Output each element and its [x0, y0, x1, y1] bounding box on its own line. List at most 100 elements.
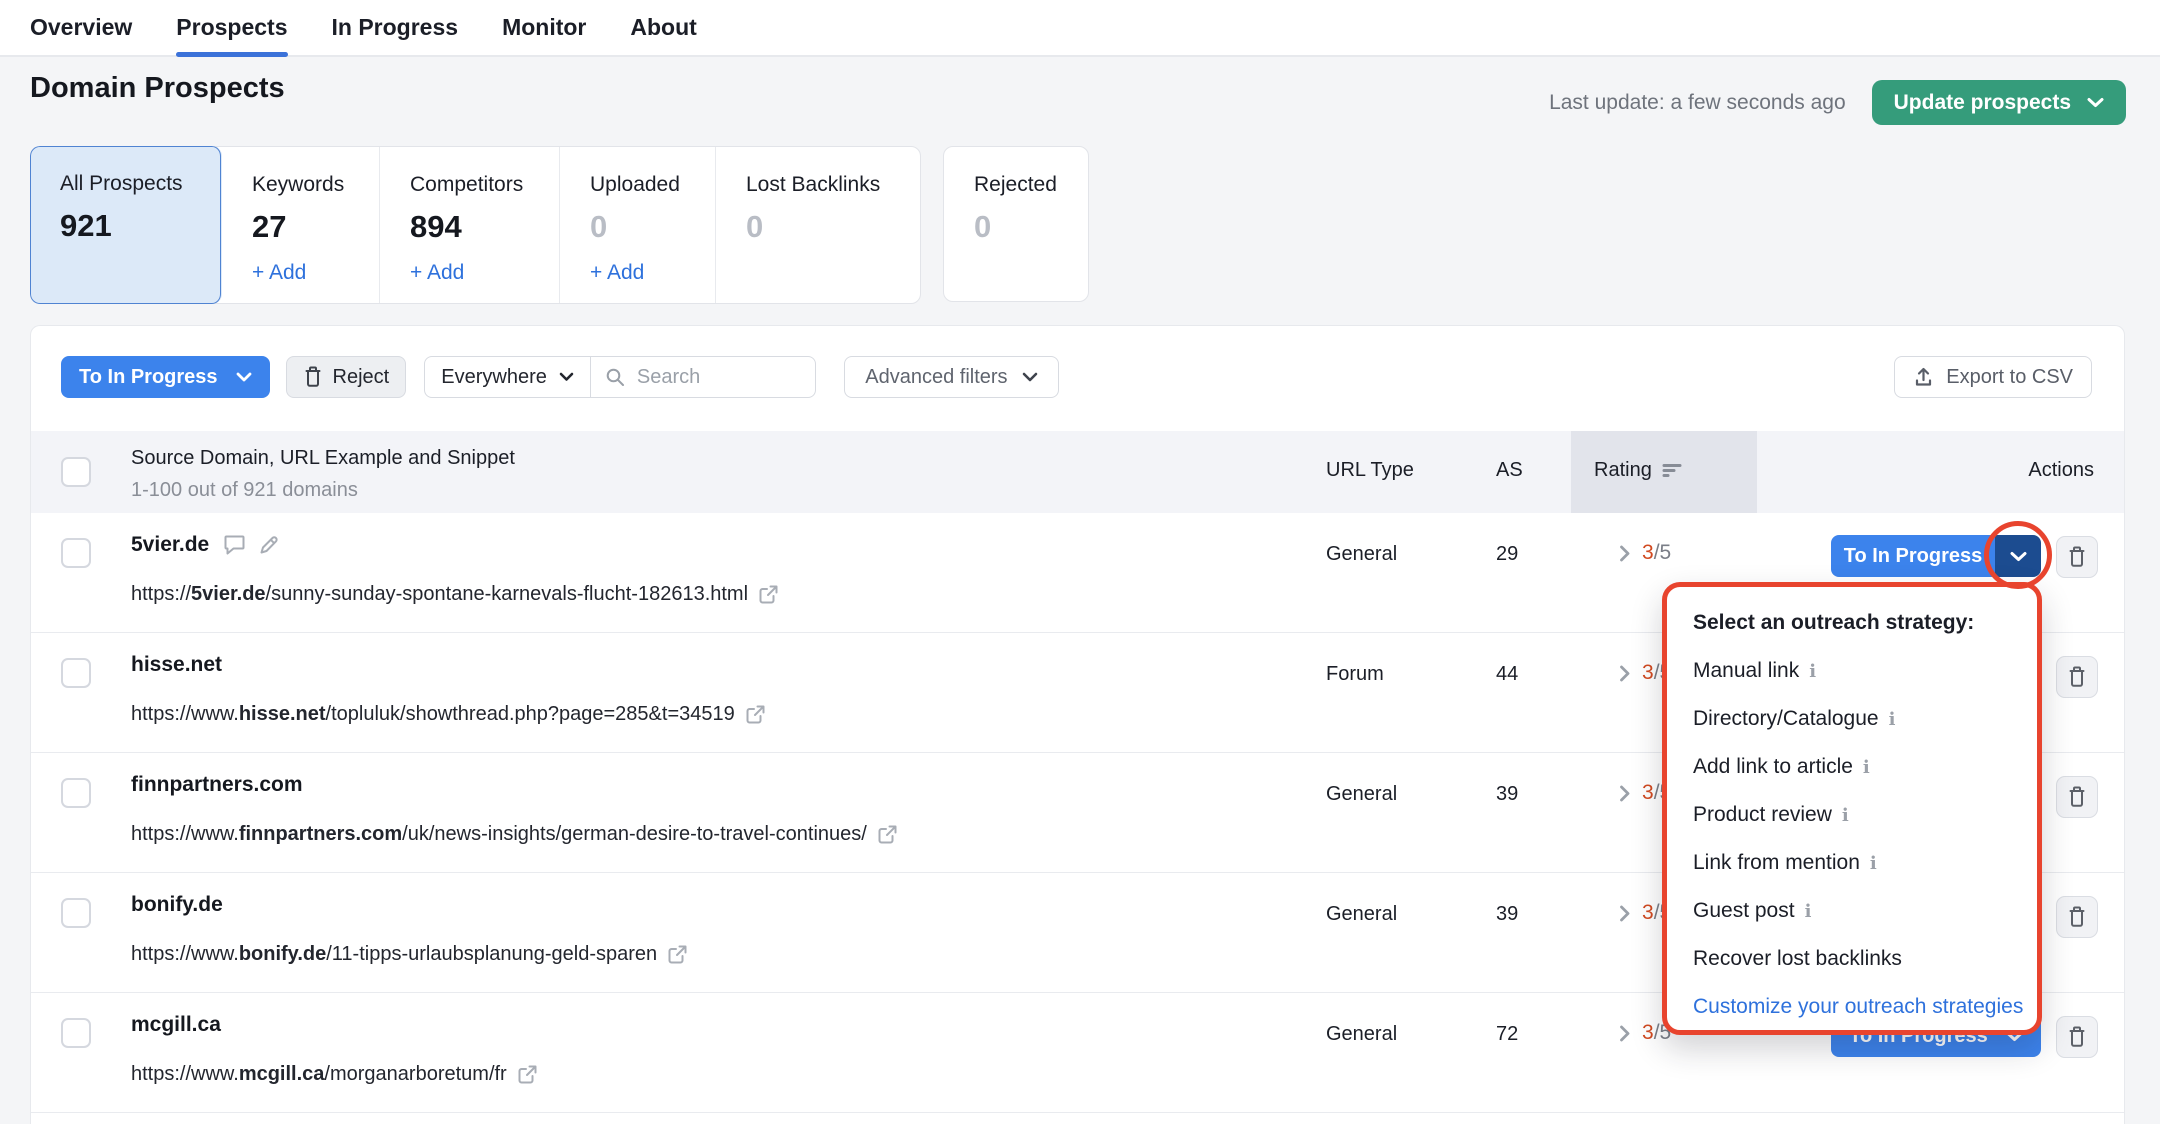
column-rating-sort[interactable]: Rating	[1594, 459, 1682, 482]
rating-cell: 3/5	[1619, 541, 1671, 565]
row-checkbox[interactable]	[61, 898, 91, 928]
delete-row-button[interactable]	[2056, 656, 2098, 698]
card-label: Keywords	[252, 173, 355, 197]
menu-item-directory-catalogue[interactable]: Directory/Cataloguei	[1693, 695, 2037, 743]
menu-item-guest-post[interactable]: Guest posti	[1693, 887, 2037, 935]
chevron-down-icon	[1022, 372, 1038, 382]
advanced-filters-button[interactable]: Advanced filters	[844, 356, 1058, 398]
domain-name: bonify.de	[131, 893, 223, 917]
external-link-icon[interactable]	[745, 704, 766, 725]
domain-name: finnpartners.com	[131, 773, 303, 797]
strategy-dropdown-toggle[interactable]	[1995, 535, 2041, 577]
tab-monitor[interactable]: Monitor	[502, 0, 586, 55]
authority-score-cell: 29	[1496, 543, 1518, 566]
rating-column-highlight: Rating	[1571, 431, 1757, 513]
info-icon[interactable]: i	[1870, 853, 1877, 874]
url-type-cell: General	[1326, 903, 1397, 926]
card-count: 921	[60, 208, 197, 244]
column-rating-label: Rating	[1594, 459, 1652, 482]
menu-item-recover-lost-backlinks[interactable]: Recover lost backlinks	[1693, 935, 2037, 983]
card-competitors[interactable]: Competitors 894 + Add	[380, 147, 560, 303]
url-cell: https://www.bonify.de/11-tipps-urlaubspl…	[131, 943, 688, 966]
delete-row-button[interactable]	[2056, 1016, 2098, 1058]
comment-icon[interactable]	[223, 534, 246, 556]
scope-dropdown[interactable]: Everywhere	[425, 357, 591, 397]
update-prospects-label: Update prospects	[1894, 91, 2071, 115]
customize-outreach-strategies-link[interactable]: Customize your outreach strategies	[1693, 983, 2037, 1031]
menu-item-link-from-mention[interactable]: Link from mentioni	[1693, 839, 2037, 887]
add-competitors-link[interactable]: + Add	[410, 261, 464, 285]
card-count: 0	[746, 209, 896, 245]
delete-row-button[interactable]	[2056, 776, 2098, 818]
export-icon	[1913, 367, 1934, 388]
chevron-right-icon[interactable]	[1619, 545, 1630, 562]
card-uploaded[interactable]: Uploaded 0 + Add	[560, 147, 716, 303]
add-keywords-link[interactable]: + Add	[252, 261, 306, 285]
update-prospects-button[interactable]: Update prospects	[1872, 80, 2126, 125]
info-icon[interactable]: i	[1805, 901, 1812, 922]
domain-cell: bonify.de	[131, 893, 223, 917]
info-icon[interactable]: i	[1863, 757, 1870, 778]
tab-about[interactable]: About	[630, 0, 696, 55]
tab-in-progress[interactable]: In Progress	[332, 0, 459, 55]
chevron-down-icon	[236, 372, 252, 382]
domain-name: mcgill.ca	[131, 1013, 221, 1037]
reject-button[interactable]: Reject	[286, 356, 407, 398]
search-icon	[605, 367, 625, 387]
chevron-right-icon[interactable]	[1619, 665, 1630, 682]
prospect-cards: All Prospects 921 Keywords 27 + Add Comp…	[30, 146, 1089, 304]
to-in-progress-bulk-button[interactable]: To In Progress	[61, 356, 270, 398]
export-to-csv-button[interactable]: Export to CSV	[1894, 356, 2092, 398]
outreach-strategy-menu: Select an outreach strategy: Manual link…	[1662, 582, 2042, 1035]
external-link-icon[interactable]	[877, 824, 898, 845]
card-count: 27	[252, 209, 355, 245]
card-keywords[interactable]: Keywords 27 + Add	[222, 147, 380, 303]
action-cell: To In Progress	[1831, 535, 2041, 577]
edit-pencil-icon[interactable]	[258, 534, 280, 556]
menu-item-manual-link[interactable]: Manual linki	[1693, 647, 2037, 695]
domain-cell: mcgill.ca	[131, 1013, 221, 1037]
last-update-text: Last update: a few seconds ago	[1549, 91, 1846, 115]
info-icon[interactable]: i	[1809, 661, 1816, 682]
delete-row-button[interactable]	[2056, 536, 2098, 578]
searchbox	[591, 365, 815, 390]
reject-label: Reject	[333, 366, 390, 389]
toolbar: To In Progress Reject Everywhere	[61, 356, 2092, 398]
search-input[interactable]	[635, 365, 775, 390]
external-link-icon[interactable]	[758, 584, 779, 605]
top-nav: Overview Prospects In Progress Monitor A…	[0, 0, 2160, 57]
row-checkbox[interactable]	[61, 538, 91, 568]
info-icon[interactable]: i	[1842, 805, 1849, 826]
domain-name: hisse.net	[131, 653, 222, 677]
delete-row-button[interactable]	[2056, 896, 2098, 938]
card-all-prospects[interactable]: All Prospects 921	[30, 146, 222, 304]
chevron-right-icon[interactable]	[1619, 785, 1630, 802]
card-label: Competitors	[410, 173, 535, 197]
row-checkbox[interactable]	[61, 778, 91, 808]
row-checkbox[interactable]	[61, 658, 91, 688]
card-rejected[interactable]: Rejected 0	[943, 146, 1089, 302]
to-in-progress-split-button[interactable]: To In Progress	[1831, 535, 2041, 577]
url-type-cell: General	[1326, 543, 1397, 566]
to-in-progress-label: To In Progress	[1831, 535, 1995, 577]
select-all-checkbox[interactable]	[61, 457, 91, 487]
external-link-icon[interactable]	[667, 944, 688, 965]
tab-prospects[interactable]: Prospects	[176, 0, 287, 55]
menu-item-add-link-to-article[interactable]: Add link to articlei	[1693, 743, 2037, 791]
external-link-icon[interactable]	[517, 1064, 538, 1085]
card-label: Uploaded	[590, 173, 691, 197]
trash-icon	[303, 366, 323, 388]
menu-item-product-review[interactable]: Product reviewi	[1693, 791, 2037, 839]
domain-cell: finnpartners.com	[131, 773, 303, 797]
url-cell: https://5vier.de/sunny-sunday-spontane-k…	[131, 583, 779, 606]
chevron-right-icon[interactable]	[1619, 1025, 1630, 1042]
sort-descending-icon	[1662, 463, 1682, 478]
row-checkbox[interactable]	[61, 1018, 91, 1048]
tab-overview[interactable]: Overview	[30, 0, 132, 55]
info-icon[interactable]: i	[1889, 709, 1896, 730]
column-url-type: URL Type	[1326, 459, 1414, 482]
add-uploaded-link[interactable]: + Add	[590, 261, 644, 285]
card-lost-backlinks[interactable]: Lost Backlinks 0	[716, 147, 920, 303]
chevron-right-icon[interactable]	[1619, 905, 1630, 922]
header-right: Last update: a few seconds ago Update pr…	[1549, 80, 2126, 125]
